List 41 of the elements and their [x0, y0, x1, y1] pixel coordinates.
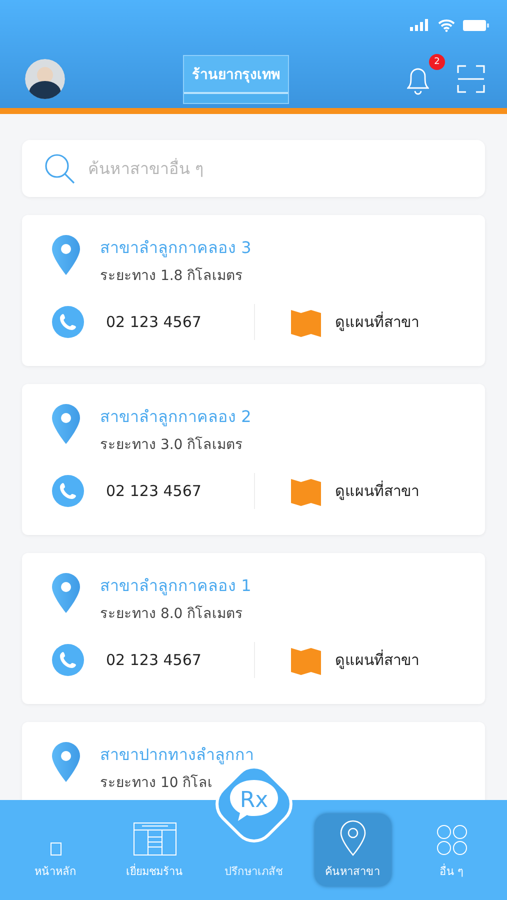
map-icon[interactable] [291, 476, 321, 506]
wifi-icon [438, 18, 455, 32]
notification-badge: 2 [429, 54, 445, 70]
branch-distance: ระยะทาง 3.0 กิโลเมตร [100, 436, 244, 455]
branch-distance: ระยะทาง 1.8 กิโลเมตร [100, 266, 244, 286]
phone-icon[interactable] [52, 306, 84, 338]
home-icon [50, 842, 62, 856]
branch-distance: ระยะทาง 8.0 กิโลเมตร [100, 604, 244, 624]
map-link[interactable]: ดูแผนที่สาขา [335, 310, 419, 334]
avatar[interactable] [25, 59, 65, 99]
branch-distance: ระยะทาง 10 กิโลเ [100, 774, 214, 793]
nav-tab[interactable]: หน้าหลัก [18, 836, 94, 886]
signal-icon [410, 19, 430, 31]
nav-tab[interactable]: ปรึกษาเภสัช [216, 856, 292, 886]
location-pin-icon [52, 573, 80, 613]
location-pin-icon [338, 820, 366, 856]
branch-name[interactable]: สาขาลำลูกกาคลอง 1 [100, 573, 252, 598]
map-icon[interactable] [291, 645, 321, 675]
location-pin-icon [52, 742, 80, 782]
nav-tab[interactable]: เยี่ยมชมร้าน [116, 816, 192, 886]
grid-icon [436, 824, 468, 856]
phone-number[interactable]: 02 123 4567 [106, 313, 202, 331]
search-icon [44, 152, 76, 184]
branch-name[interactable]: สาขาลำลูกกาคลอง 2 [100, 404, 252, 429]
phone-number[interactable]: 02 123 4567 [106, 482, 202, 500]
phone-icon[interactable] [52, 475, 84, 507]
map-link[interactable]: ดูแผนที่สาขา [335, 648, 419, 672]
nav-tab[interactable]: อื่น ๆ [414, 818, 490, 886]
phone-icon[interactable] [52, 644, 84, 676]
map-link[interactable]: ดูแผนที่สาขา [335, 479, 419, 503]
scan-icon[interactable] [457, 65, 485, 93]
nav-tab[interactable]: ค้นหาสาขา [314, 814, 390, 886]
branch-name[interactable]: สาขาลำลูกกาคลอง 3 [100, 235, 252, 260]
phone-number[interactable]: 02 123 4567 [106, 651, 202, 669]
map-icon[interactable] [291, 307, 321, 337]
branch-name[interactable]: สาขาปากทางลำลูกกา [100, 742, 254, 767]
location-pin-icon [52, 235, 80, 275]
storefront-icon [132, 822, 176, 856]
app-title: ร้านยากรุงเทพ [183, 54, 289, 104]
location-pin-icon [52, 404, 80, 444]
battery-icon [463, 20, 489, 30]
